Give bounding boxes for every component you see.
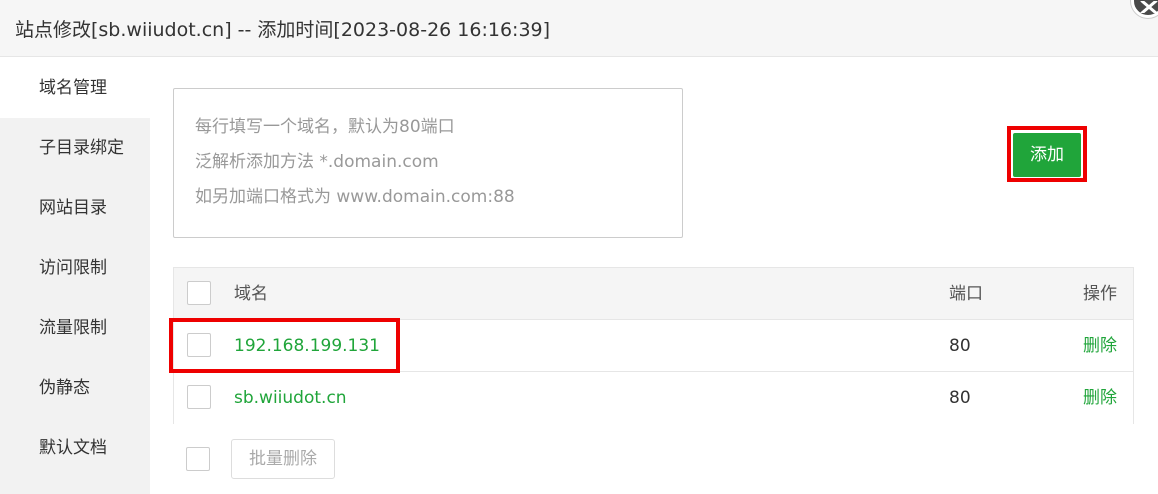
column-header-domain: 域名 [234,284,268,304]
domain-table: 域名 端口 操作 192.168.199.131 80 删除 sb.wiiudo… [173,267,1134,424]
sidebar: 域名管理 子目录绑定 网站目录 访问限制 流量限制 伪静态 默认文档 [0,58,150,494]
sidebar-item-access-limit[interactable]: 访问限制 [0,238,150,298]
sidebar-item-site-directory[interactable]: 网站目录 [0,178,150,238]
delete-link[interactable]: 删除 [1083,320,1117,372]
batch-delete-button[interactable]: 批量删除 [231,439,335,479]
delete-link[interactable]: 删除 [1083,372,1117,424]
batch-select-checkbox[interactable] [186,447,210,471]
select-all-checkbox[interactable] [187,281,211,305]
port-value: 80 [949,388,971,408]
sidebar-item-domain-management[interactable]: 域名管理 [0,58,150,118]
placeholder-line: 如另加端口格式为 www.domain.com:88 [195,187,515,207]
sidebar-item-default-document[interactable]: 默认文档 [0,418,150,478]
domain-link[interactable]: sb.wiiudot.cn [234,372,347,424]
placeholder-line: 泛解析添加方法 *.domain.com [195,152,439,172]
close-icon [1140,1,1158,13]
table-row: 192.168.199.131 80 删除 [174,320,1133,372]
row-checkbox[interactable] [187,333,211,357]
column-header-port: 端口 [949,284,983,304]
dialog-title: 站点修改[sb.wiiudot.cn] -- 添加时间[2023-08-26 1… [15,19,551,41]
domain-textarea[interactable]: 每行填写一个域名，默认为80端口 泛解析添加方法 *.domain.com 如另… [173,88,683,238]
port-value: 80 [949,336,971,356]
sidebar-item-traffic-limit[interactable]: 流量限制 [0,298,150,358]
table-header: 域名 端口 操作 [174,268,1133,320]
dialog-titlebar: 站点修改[sb.wiiudot.cn] -- 添加时间[2023-08-26 1… [0,0,1158,57]
sidebar-item-rewrite[interactable]: 伪静态 [0,358,150,418]
column-header-action: 操作 [1083,284,1117,304]
add-domain-button[interactable]: 添加 [1013,133,1081,177]
sidebar-item-subdirectory-binding[interactable]: 子目录绑定 [0,118,150,178]
row-checkbox[interactable] [187,385,211,409]
placeholder-line: 每行填写一个域名，默认为80端口 [195,117,455,137]
table-row: sb.wiiudot.cn 80 删除 [174,372,1133,424]
domain-link[interactable]: 192.168.199.131 [234,320,380,372]
